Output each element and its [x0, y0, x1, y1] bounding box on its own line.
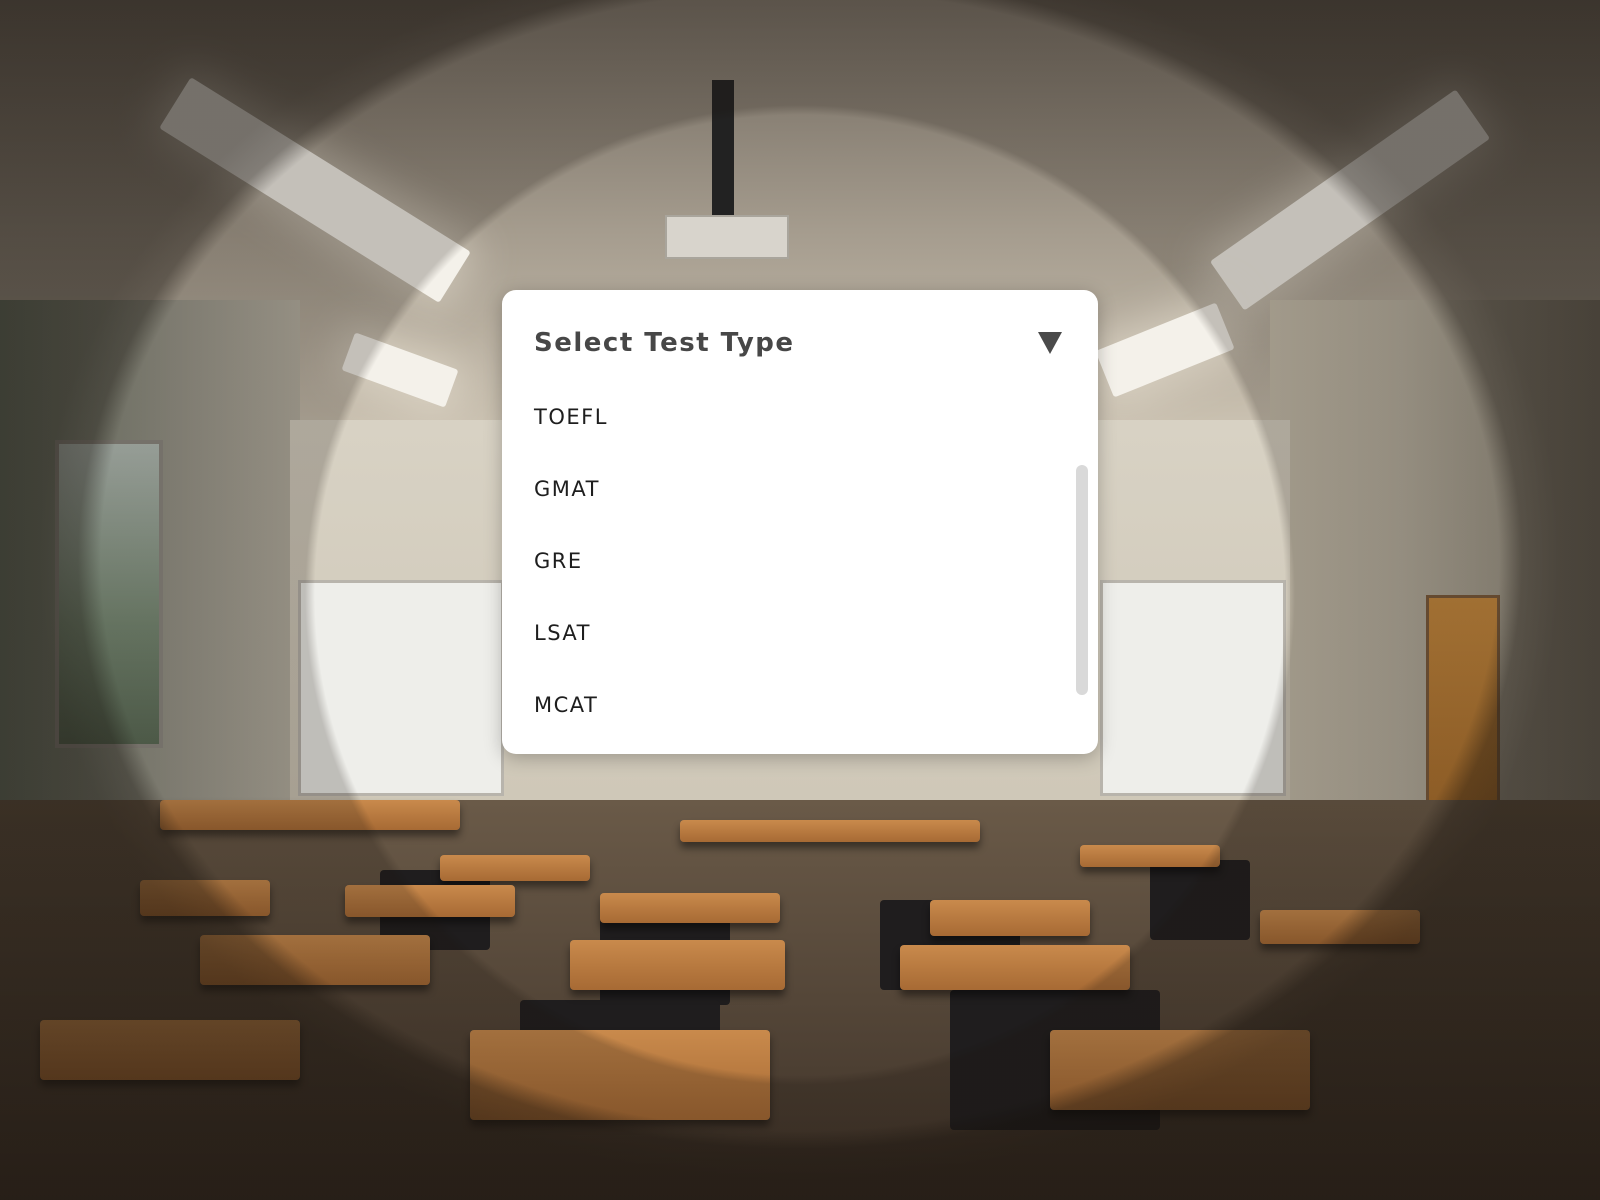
option-lsat[interactable]: LSAT: [534, 618, 1034, 648]
option-gmat[interactable]: GMAT: [534, 474, 1034, 504]
test-type-dropdown[interactable]: Select Test Type TOEFL GMAT GRE LSAT MCA…: [502, 290, 1098, 754]
option-gre[interactable]: GRE: [534, 546, 1034, 576]
scrollbar-thumb[interactable]: [1076, 465, 1088, 695]
dropdown-title: Select Test Type: [534, 328, 795, 358]
scrollbar[interactable]: [1076, 465, 1088, 695]
option-toefl[interactable]: TOEFL: [534, 402, 1034, 432]
dropdown-header[interactable]: Select Test Type: [502, 290, 1098, 390]
option-mcat[interactable]: MCAT: [534, 690, 1034, 720]
triangle-down-icon[interactable]: [1038, 332, 1062, 354]
